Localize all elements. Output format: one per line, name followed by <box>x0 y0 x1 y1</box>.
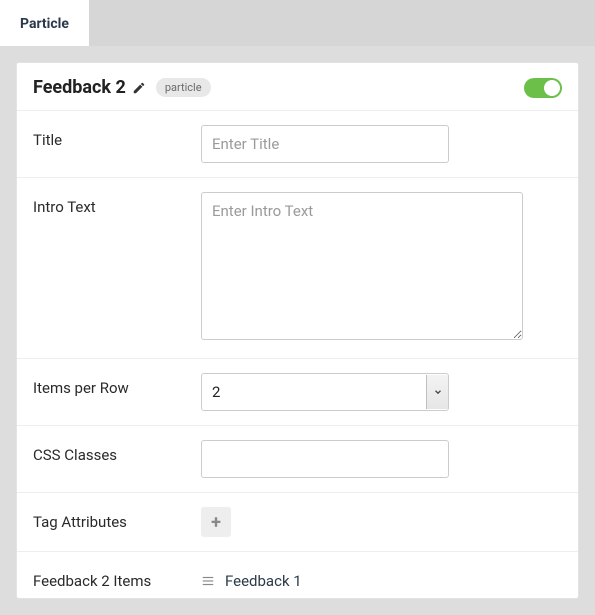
list-item[interactable]: Feedback 1 <box>201 566 562 596</box>
css-classes-input[interactable] <box>201 440 449 478</box>
items-per-row-select[interactable]: 2 <box>201 373 449 411</box>
drag-handle-icon[interactable] <box>201 574 215 588</box>
list-item[interactable]: Feedback 2 <box>201 596 562 599</box>
list-item-label: Feedback 1 <box>225 572 302 590</box>
feedback-items-list: Feedback 1 Feedback 2 Feedback 3 Feedbac… <box>201 566 562 599</box>
label-css-classes: CSS Classes <box>33 440 201 464</box>
particle-badge: particle <box>156 78 211 97</box>
row-items-per-row: Items per Row 2 <box>17 359 578 426</box>
intro-text-textarea[interactable] <box>201 192 523 340</box>
label-feedback-items: Feedback 2 Items <box>33 566 201 590</box>
panel-header: Feedback 2 particle <box>17 63 578 111</box>
enable-toggle[interactable] <box>524 78 562 98</box>
chevron-down-icon <box>426 375 448 409</box>
add-tag-attribute-button[interactable]: + <box>201 507 231 537</box>
row-css-classes: CSS Classes <box>17 426 578 493</box>
label-tag-attributes: Tag Attributes <box>33 507 201 531</box>
row-title: Title <box>17 111 578 178</box>
row-intro-text: Intro Text <box>17 178 578 359</box>
label-items-per-row: Items per Row <box>33 373 201 397</box>
row-feedback-items: Feedback 2 Items Feedback 1 Feedback 2 F… <box>17 552 578 599</box>
toggle-knob <box>544 80 560 96</box>
tab-bar: Particle <box>0 0 595 46</box>
label-title: Title <box>33 125 201 149</box>
edit-title-icon[interactable] <box>132 81 146 95</box>
title-input[interactable] <box>201 125 449 163</box>
tab-particle[interactable]: Particle <box>0 0 89 46</box>
panel-title: Feedback 2 <box>33 77 126 98</box>
items-per-row-value: 2 <box>202 374 426 410</box>
plus-icon: + <box>211 512 221 533</box>
row-tag-attributes: Tag Attributes + <box>17 493 578 552</box>
label-intro-text: Intro Text <box>33 192 201 216</box>
panel: Feedback 2 particle Title Intro Text Ite… <box>16 62 579 599</box>
